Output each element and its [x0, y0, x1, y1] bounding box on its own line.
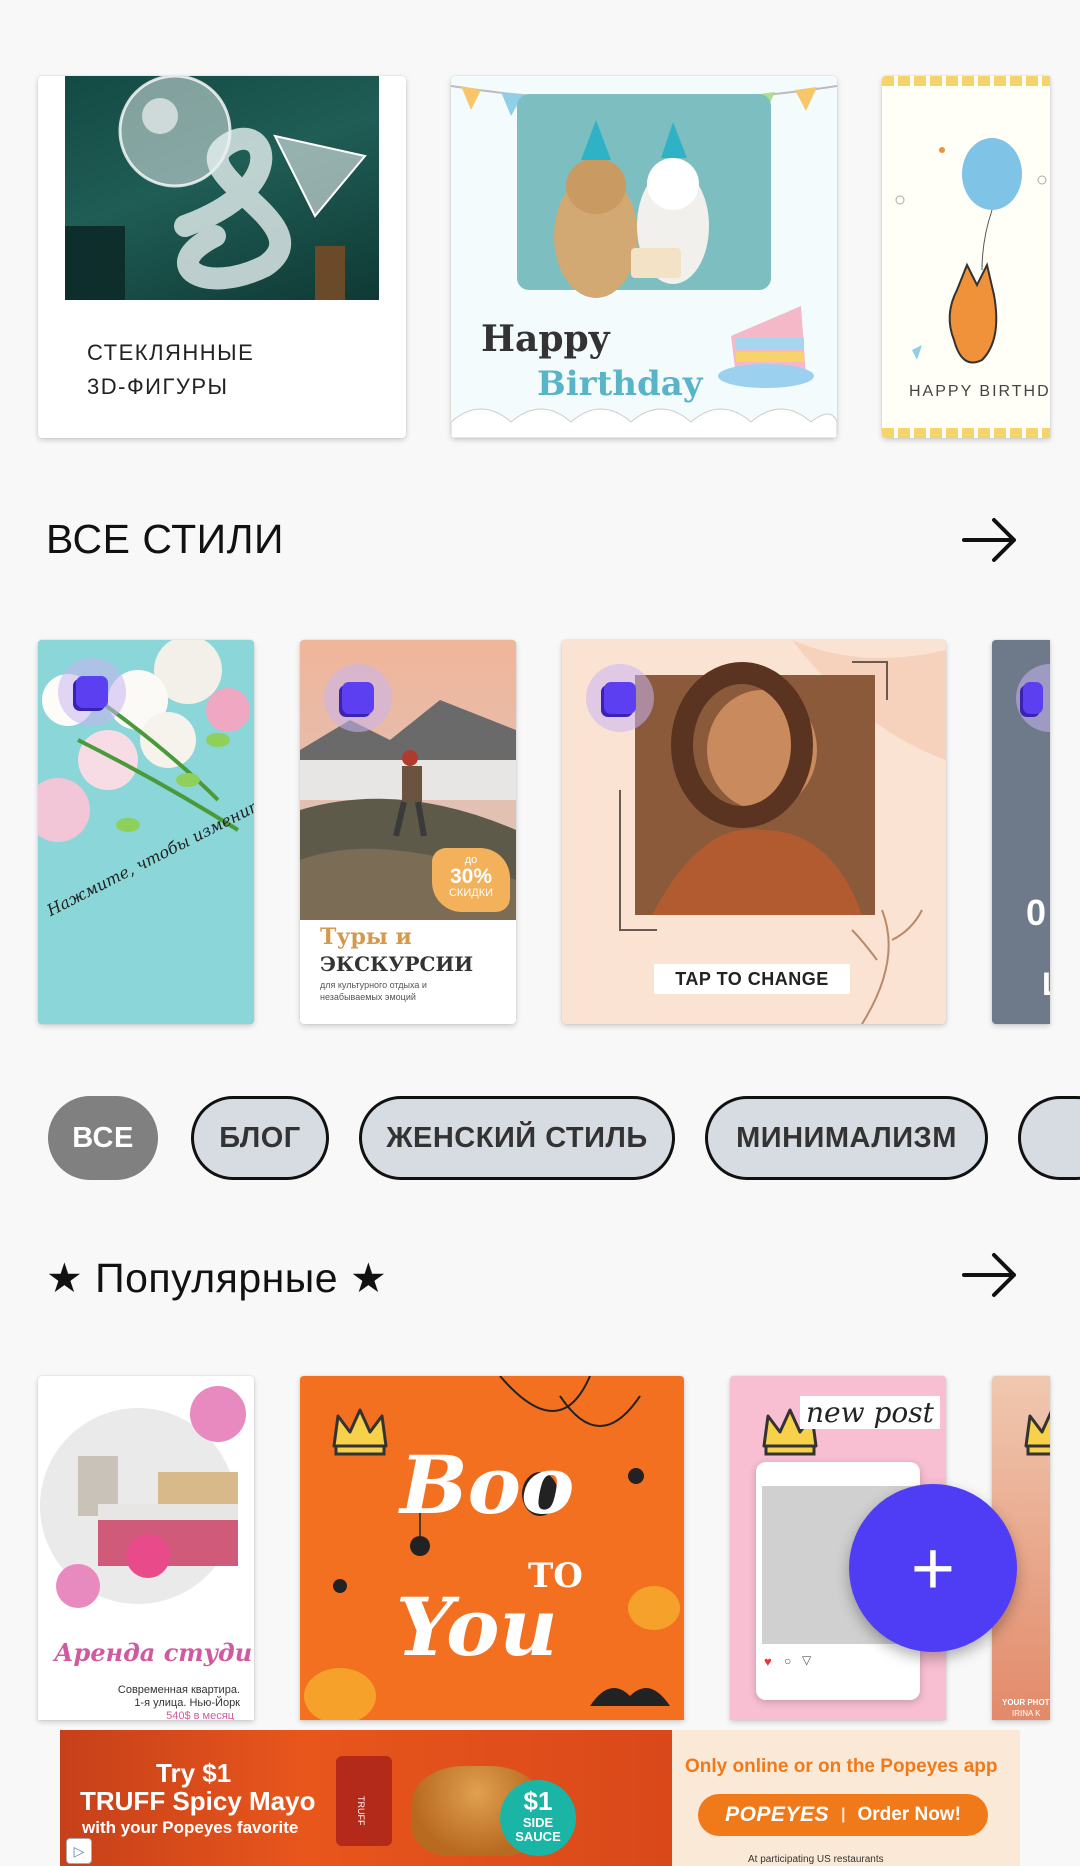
sauce-jar: TRUFF — [336, 1756, 392, 1846]
like-icon: ♥ — [764, 1654, 772, 1669]
ad-line1: Try $1 — [156, 1758, 232, 1788]
popular-card-boo-to-you[interactable]: Boo TO You — [300, 1376, 684, 1720]
edit-badge-icon[interactable] — [586, 664, 654, 732]
all-styles-title: ВСЕ СТИЛИ — [46, 516, 284, 562]
tours-title-2: ЭКСКУРСИИ — [320, 952, 474, 976]
partial-text-1: 0 — [1026, 892, 1047, 933]
glass-shapes-icon — [65, 76, 367, 300]
discount-badge-value: 30% — [449, 865, 493, 888]
template-card-happy-birthday-fox[interactable]: HAPPY BIRTHD — [882, 76, 1050, 438]
ad-line2: TRUFF Spicy Mayo — [80, 1786, 316, 1816]
fox-card-border-bottom — [882, 428, 1050, 438]
partial-photo-text-2: IRINA K — [1012, 1709, 1041, 1718]
studio-rent-line2: 1-я улица. Нью-Йорк — [134, 1697, 240, 1709]
ad-play-icon: ▷ — [66, 1838, 92, 1864]
bedroom-image — [40, 1386, 246, 1608]
glass-3d-image — [65, 76, 379, 300]
ad-cta-divider: | — [840, 1806, 846, 1823]
discount-badge: до 30% СКИДКИ — [432, 848, 510, 912]
premium-crown-icon — [332, 1408, 388, 1456]
ad-cta-label: Order Now! — [857, 1804, 961, 1825]
style-card-tap-to-change[interactable]: TAP TO CHANGE — [562, 640, 946, 1024]
studio-rent-price: 540$ в месяц — [166, 1710, 234, 1720]
chip-partial[interactable]: С — [1018, 1096, 1080, 1180]
chip-blog[interactable]: БЛОГ — [191, 1096, 329, 1180]
popular-arrow-icon[interactable] — [960, 1245, 1020, 1305]
popular-title: ★ Популярные ★ — [46, 1255, 388, 1301]
tours-sub-2: незабываемых эмоций — [320, 992, 416, 1002]
plus-icon: + — [910, 1525, 956, 1611]
birthday-title-birthday: Birthday — [537, 364, 703, 404]
ad-line3: with your Popeyes favorite — [82, 1818, 299, 1837]
chip-minimalism[interactable]: МИНИМАЛИЗМ — [705, 1096, 988, 1180]
sauce-badge-price: $1 — [523, 1786, 553, 1816]
popeyes-logo: POPEYES — [725, 1803, 829, 1826]
partial-photo-text-1: YOUR PHOT — [1002, 1698, 1050, 1707]
style-card-tours[interactable]: до 30% СКИДКИ Туры и ЭКСКУРСИИ для культ… — [300, 640, 516, 1024]
template-card-happy-birthday-dogs[interactable]: Happy Birthday — [451, 76, 837, 438]
birthday-title-happy: Happy — [481, 318, 610, 360]
boo-text: Boo — [400, 1438, 575, 1532]
all-styles-arrow-icon[interactable] — [960, 510, 1020, 570]
comment-icon: ○ — [784, 1654, 792, 1668]
sauce-badge-sauce: SAUCE — [515, 1829, 561, 1844]
sauce-badge: $1 SIDE SAUCE — [500, 1780, 576, 1856]
fox-card-border — [882, 76, 1050, 86]
add-new-button[interactable]: + — [849, 1484, 1017, 1652]
sauce-jar-label: TRUFF — [356, 1796, 366, 1826]
discount-badge-post: СКИДКИ — [448, 887, 494, 899]
tap-to-change-label: TAP TO CHANGE — [654, 964, 850, 994]
ad-cta-button[interactable]: POPEYES | Order Now! — [698, 1794, 988, 1836]
style-card-flowers[interactable]: Нажмите, чтобы изменить — [38, 640, 254, 1024]
partial-text-2: L — [1042, 966, 1050, 1003]
chip-all[interactable]: ВСЕ — [48, 1096, 158, 1180]
popular-card-studio-rent[interactable]: Аренда студии Современная квартира. 1-я … — [38, 1376, 254, 1720]
style-card-partial[interactable]: 0 L — [992, 640, 1050, 1024]
glass-3d-label: СТЕКЛЯННЫЕ 3D-ФИГУРЫ — [87, 340, 255, 399]
tours-title-1: Туры и — [320, 924, 412, 950]
ad-banner[interactable]: Try $1 TRUFF Spicy Mayo with your Popeye… — [60, 1730, 1020, 1866]
studio-rent-title: Аренда студии — [54, 1638, 254, 1667]
tours-sub-1: для культурного отдыха и — [320, 980, 427, 990]
edit-badge-icon[interactable] — [1016, 664, 1050, 732]
fox-caption: HAPPY BIRTHD — [909, 383, 1050, 400]
edit-badge-icon[interactable] — [324, 664, 392, 732]
ad-right-title: Only online or on the Popeyes app — [685, 1756, 998, 1777]
sauce-badge-side: SIDE — [522, 1815, 554, 1830]
premium-crown-icon — [1024, 1410, 1050, 1456]
chip-feminine-style[interactable]: ЖЕНСКИЙ СТИЛЬ — [359, 1096, 675, 1180]
studio-rent-line1: Современная квартира. — [117, 1684, 240, 1696]
new-post-title: new post — [800, 1396, 940, 1429]
edit-badge-icon[interactable] — [58, 658, 126, 726]
share-icon: ▽ — [802, 1653, 812, 1667]
fox-balloon-icon — [895, 138, 1047, 364]
ad-footnote: At participating US restaurants — [748, 1854, 884, 1865]
template-card-glass-3d[interactable]: СТЕКЛЯННЫЕ 3D-ФИГУРЫ — [38, 76, 406, 438]
you-text: You — [396, 1580, 558, 1674]
